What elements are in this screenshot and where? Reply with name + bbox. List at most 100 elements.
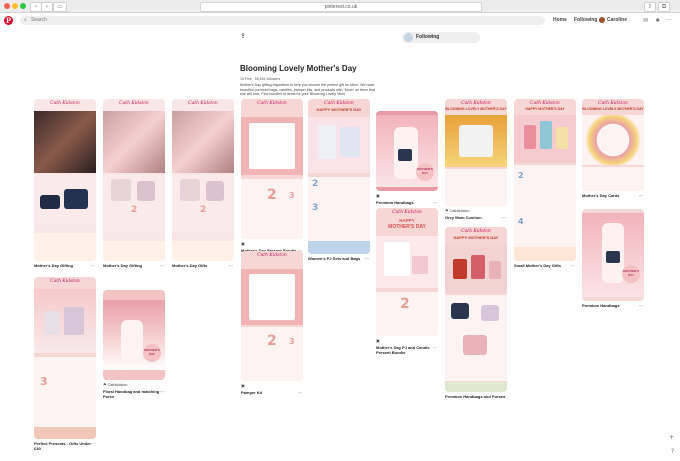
pin-caption: Mother's Day Gifting ··· <box>103 263 165 268</box>
zoom-window-button[interactable] <box>20 3 26 9</box>
pin-photo <box>34 111 96 173</box>
pin-more-icon[interactable]: ··· <box>91 263 95 268</box>
pin-more-icon[interactable]: ··· <box>433 345 437 350</box>
pin-photo <box>241 117 303 175</box>
more-options-icon[interactable]: ··· <box>666 16 672 25</box>
pin-card[interactable]: Cath Kidston HAPPY MOTHER'S DAY 2 ▣ Moth… <box>376 208 438 355</box>
pin-image[interactable]: Cath Kidston HAPPY MOTHER'S DAY 2 3 <box>308 99 370 254</box>
pin-card[interactable]: Cath Kidston HAPPY MOTHER'S DAY 2 4 Smal… <box>514 99 576 268</box>
address-bar[interactable]: pinterest.co.uk <box>200 2 482 12</box>
pin-more-icon[interactable]: ··· <box>365 256 369 261</box>
search-bar[interactable]: ⌕ Search <box>20 16 545 25</box>
messages-icon[interactable]: ✉ <box>643 16 648 25</box>
pin-image[interactable]: Cath Kidston HAPPY MOTHER'S DAY 2 <box>376 208 438 336</box>
pin-caption-text: Perfect Presents - Gifts Under £30 <box>34 441 91 451</box>
pin-more-icon[interactable]: ··· <box>298 390 302 395</box>
pin-card[interactable]: Cath Kidston 2 3 ▣ Mother's Day Present … <box>241 99 303 253</box>
brand-logo: Cath Kidston <box>257 101 287 106</box>
pin-products: 2 <box>376 292 438 336</box>
pin-happy: HAPPY <box>399 218 415 223</box>
nav-home[interactable]: Home <box>553 16 567 25</box>
pin-image[interactable]: MOTHER'S DAY <box>582 209 644 301</box>
pin-products: 2 4 <box>514 165 576 247</box>
minimize-window-button[interactable] <box>12 3 18 9</box>
pin-image[interactable]: Cath Kidston 2 <box>103 99 165 261</box>
pin-caption: Small Mother's Day Gifts ··· <box>514 263 576 268</box>
pin-more-icon[interactable]: ··· <box>639 303 643 308</box>
nav-user-name[interactable]: Caroline <box>607 16 627 25</box>
pin-image[interactable]: Cath Kidston 2 3 <box>241 99 303 239</box>
pin-card[interactable]: MOTHER'S DAY ⚑ Cathkidston Floral Handba… <box>103 290 165 399</box>
pin-more-icon[interactable]: ··· <box>160 389 164 394</box>
pin-image[interactable]: Cath Kidston 2 <box>172 99 234 261</box>
pin-products: 2 <box>103 175 165 233</box>
pin-card[interactable]: Cath Kidston 2 3 ▣ Pamper Kit ··· <box>241 251 303 395</box>
pin-card[interactable]: Cath Kidston 2 Mother's Day Gifting ··· <box>103 99 165 268</box>
board-meta: 15 Pins · 58,451 followers <box>240 77 281 81</box>
upload-share-icon[interactable]: ⇪ <box>240 32 246 40</box>
pin-more-icon[interactable]: ··· <box>502 215 506 220</box>
pinterest-logo-icon[interactable]: P <box>4 16 13 25</box>
board-avatar <box>404 33 413 42</box>
pin-image[interactable]: Cath Kidston BLOOMING LOVELY MOTHER'S DA… <box>445 99 507 206</box>
pin-card[interactable]: Cath Kidston Mother's Day Gifting ··· <box>34 99 96 268</box>
browser-toolbar: ‹ › ▭ pinterest.co.uk ⇧ ⧉ <box>0 0 680 13</box>
pin-source: ⚑ Cathkidston <box>103 383 128 387</box>
following-button[interactable]: Following <box>402 32 480 43</box>
search-placeholder: Search <box>31 17 47 23</box>
sidebar-toggle-icon[interactable]: ▭ <box>53 2 67 12</box>
pin-card[interactable]: MOTHER'S DAY ▣ Premium Handbags ··· <box>376 111 438 205</box>
add-pin-icon[interactable]: + <box>669 434 674 441</box>
pin-caption-text: Mother's Day Gifting <box>34 263 73 268</box>
pin-photo <box>172 111 234 173</box>
pin-card[interactable]: Cath Kidston 2 Mother's Day Gifts ··· <box>172 99 234 268</box>
pin-image[interactable]: Cath Kidston BLOOMING LOVELY MOTHER'S DA… <box>582 99 644 191</box>
pin-image[interactable]: Cath Kidston HAPPY MOTHER'S DAY <box>445 227 507 392</box>
pin-card[interactable]: Cath Kidston BLOOMING LOVELY MOTHER'S DA… <box>582 99 644 198</box>
pin-image[interactable]: MOTHER'S DAY <box>376 111 438 191</box>
pin-card[interactable]: MOTHER'S DAY Premium Handbags ··· <box>582 209 644 308</box>
pin-more-icon[interactable]: ··· <box>91 441 95 446</box>
brand-logo: Cath Kidston <box>324 101 354 106</box>
pin-caption: Mother's Day Gifts ··· <box>172 263 234 268</box>
board-title: Blooming Lovely Mother's Day <box>240 64 357 73</box>
pin-more-icon[interactable]: ··· <box>502 394 506 399</box>
pin-more-icon[interactable]: ··· <box>639 193 643 198</box>
pin-card[interactable]: Cath Kidston 3 Perfect Presents - Gifts … <box>34 277 96 451</box>
help-icon[interactable]: ? <box>671 448 674 455</box>
nav-following[interactable]: Following <box>574 16 597 25</box>
pin-more-icon[interactable]: ··· <box>433 200 437 205</box>
pin-more-icon[interactable]: ··· <box>571 263 575 268</box>
notifications-bell-icon[interactable]: ♠ <box>655 16 660 25</box>
share-icon[interactable]: ⇧ <box>644 2 656 12</box>
forward-arrow-icon[interactable]: › <box>41 2 53 12</box>
pin-caption-text: Women's PJ Sets and Bags <box>308 256 361 261</box>
pin-headline: BLOOMING LOVELY MOTHER'S DAY <box>445 107 507 111</box>
pin-photo <box>103 111 165 173</box>
pin-flowers <box>172 241 234 261</box>
pin-caption-text: Mother's Day Gifts <box>172 263 208 268</box>
avatar[interactable] <box>599 17 605 23</box>
close-window-button[interactable] <box>4 3 10 9</box>
brand-logo: Cath Kidston <box>119 101 149 106</box>
pin-card[interactable]: Cath Kidston HAPPY MOTHER'S DAY Premium … <box>445 227 507 399</box>
pin-image[interactable]: Cath Kidston 2 3 <box>241 251 303 381</box>
pin-image[interactable]: Cath Kidston HAPPY MOTHER'S DAY 2 4 <box>514 99 576 261</box>
pin-image[interactable]: MOTHER'S DAY <box>103 290 165 380</box>
pin-card[interactable]: Cath Kidston HAPPY MOTHER'S DAY 2 3 Wome… <box>308 99 370 261</box>
pin-more-icon[interactable]: ··· <box>160 263 164 268</box>
pin-card[interactable]: Cath Kidston BLOOMING LOVELY MOTHER'S DA… <box>445 99 507 220</box>
pin-image[interactable]: Cath Kidston 3 <box>34 277 96 439</box>
pin-footer <box>514 247 576 261</box>
pin-image[interactable]: Cath Kidston <box>34 99 96 261</box>
tabs-icon[interactable]: ⧉ <box>658 2 670 12</box>
pin-headline: HAPPY MOTHER'S DAY <box>453 235 499 240</box>
pin-products: 2 3 <box>241 179 303 239</box>
pin-flowers <box>34 233 96 261</box>
pin-caption: Mother's Day Cards ··· <box>582 193 644 198</box>
brand-logo: Cath Kidston <box>530 101 560 106</box>
pin-products: 2 <box>172 175 234 233</box>
pin-photo <box>445 245 507 293</box>
pin-more-icon[interactable]: ··· <box>229 263 233 268</box>
pin-caption: Perfect Presents - Gifts Under £30 ··· <box>34 441 96 451</box>
